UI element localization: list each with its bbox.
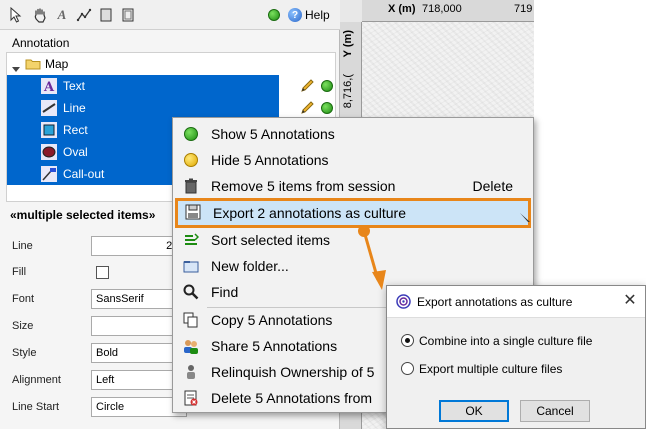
folder-icon: [25, 56, 41, 72]
radio-single-file-label[interactable]: Combine into a single culture file: [419, 334, 592, 348]
x-tick-label: 718,000: [422, 3, 462, 15]
prop-label-alignment: Alignment: [12, 374, 61, 386]
tree-row-tools: [299, 97, 339, 119]
svg-text:A: A: [43, 80, 55, 94]
text-annotation-icon: A: [41, 78, 57, 95]
prop-label-fill: Fill: [12, 266, 27, 278]
frame-tool-icon[interactable]: [120, 7, 136, 23]
tree-column-header: Annotation: [12, 36, 70, 50]
callout-annotation-icon: [41, 166, 57, 182]
help-label[interactable]: Help: [305, 8, 330, 22]
x-axis-ruler: X (m) 718,000 719: [362, 0, 534, 22]
radio-multiple-files-label[interactable]: Export multiple culture files: [419, 362, 562, 376]
tree-node-map[interactable]: Map: [7, 53, 279, 75]
rect-annotation-icon: [41, 122, 57, 138]
tree-item-label: Text: [63, 79, 86, 93]
select-arrow-icon[interactable]: [8, 7, 24, 23]
copy-icon: [183, 312, 199, 328]
fill-checkbox[interactable]: [96, 266, 109, 279]
ok-button[interactable]: OK: [439, 400, 509, 422]
polyline-tool-icon[interactable]: [76, 7, 92, 23]
menu-item-export-culture[interactable]: Export 2 annotations as culture: [175, 198, 531, 228]
status-green-icon: [266, 7, 282, 23]
menu-item-remove[interactable]: Remove 5 items from session Delete: [173, 173, 533, 199]
expand-arrow-icon[interactable]: [11, 59, 21, 72]
close-icon[interactable]: ✕: [621, 292, 639, 310]
shortcut-label: Delete: [472, 178, 513, 194]
delete-icon: [183, 390, 199, 406]
export-icon: [185, 204, 201, 220]
dialog-titlebar[interactable]: Export annotations as culture ✕: [387, 286, 645, 318]
pencil-icon[interactable]: [299, 100, 315, 116]
tree-item-label: Line: [63, 101, 86, 115]
prop-label-font: Font: [12, 293, 35, 305]
pencil-icon[interactable]: [299, 78, 315, 94]
properties-title: «multiple selected items»: [10, 208, 156, 222]
export-culture-dialog: Export annotations as culture ✕ Combine …: [386, 285, 646, 429]
visibility-green-icon[interactable]: [321, 80, 333, 92]
x-tick-label: 719: [514, 3, 533, 15]
help-icon[interactable]: ?: [287, 7, 303, 23]
prop-label-size: Size: [12, 320, 34, 332]
menu-item-sort[interactable]: Sort selected items: [173, 227, 533, 253]
relinquish-user-icon: [183, 364, 199, 380]
tree-item-text[interactable]: A Text: [7, 75, 279, 97]
y-tick-label: 8,716,(: [342, 74, 354, 109]
folder-icon: [183, 258, 199, 274]
prop-label-style: Style: [12, 347, 37, 359]
prop-label-line-start: Line Start: [12, 401, 60, 413]
line-annotation-icon: [41, 100, 57, 116]
visibility-green-icon[interactable]: [321, 102, 333, 114]
radio-multiple-files[interactable]: [401, 362, 414, 375]
annotation-toolbar: A ? Help: [0, 0, 340, 30]
yellow-dot-icon: [183, 152, 199, 168]
tree-item-label: Rect: [63, 123, 88, 137]
magnifier-icon: [183, 284, 199, 300]
x-axis-title: X (m): [388, 3, 416, 15]
menu-item-show[interactable]: Show 5 Annotations: [173, 121, 533, 147]
green-dot-icon: [183, 126, 199, 142]
tree-item-label: Call-out: [63, 167, 105, 181]
tree-node-label: Map: [45, 57, 69, 71]
dialog-title: Export annotations as culture: [417, 295, 573, 309]
cancel-button[interactable]: Cancel: [520, 400, 590, 422]
rect-tool-icon[interactable]: [98, 7, 114, 23]
radio-single-file[interactable]: [401, 334, 414, 347]
prop-label-line: Line: [12, 240, 33, 252]
oval-annotation-icon: [41, 144, 57, 160]
tree-item-label: Oval: [63, 145, 88, 159]
menu-item-new-folder[interactable]: New folder...: [173, 253, 533, 279]
app-logo-icon: [396, 294, 411, 309]
share-users-icon: [183, 338, 199, 354]
y-axis-title: Y (m): [342, 30, 354, 58]
tree-row-tools: [299, 75, 339, 97]
tree-item-line[interactable]: Line: [7, 97, 279, 119]
text-tool-icon[interactable]: A: [54, 7, 70, 23]
trash-icon: [183, 178, 199, 194]
pan-hand-icon[interactable]: [32, 7, 48, 23]
menu-item-hide[interactable]: Hide 5 Annotations: [173, 147, 533, 173]
sort-icon: [183, 232, 199, 248]
